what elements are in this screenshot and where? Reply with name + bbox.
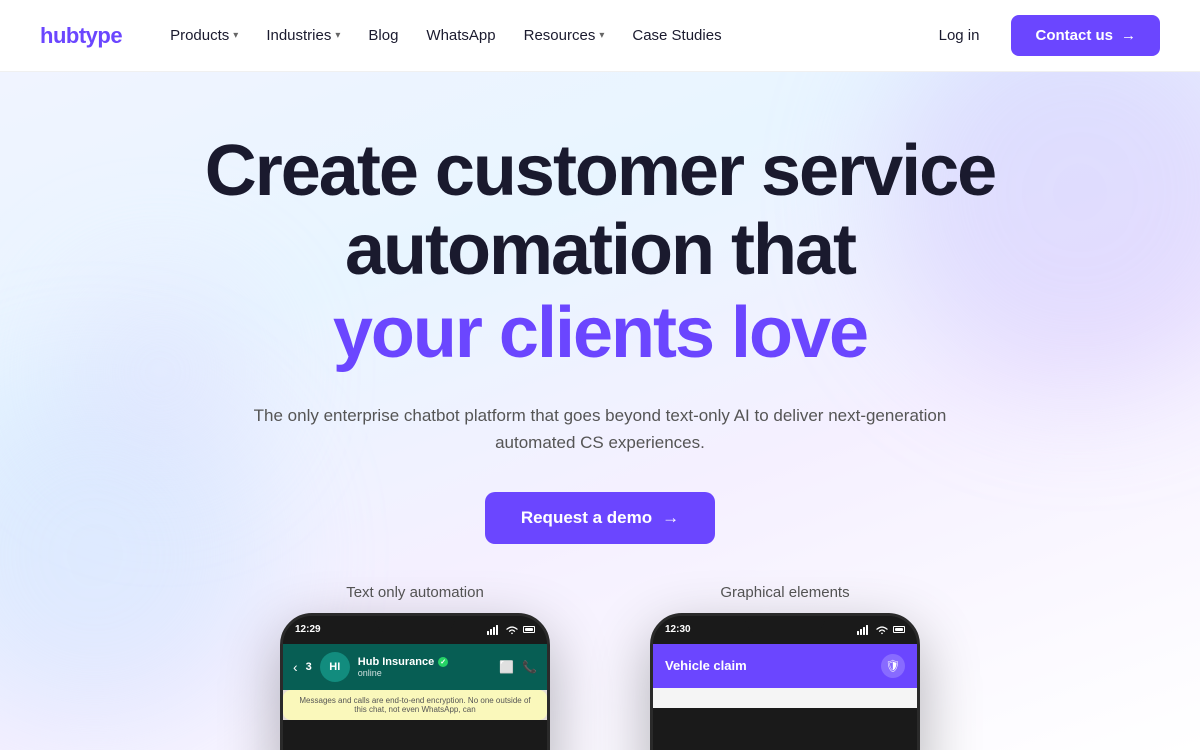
nav-products[interactable]: Products ▾ — [158, 19, 250, 52]
phone-right-time: 12:30 — [665, 624, 691, 635]
nav-whatsapp[interactable]: WhatsApp — [414, 19, 507, 52]
phone-chat-header: ‹ 3 HI Hub Insurance ✓ online ⬜ 📞 — [283, 644, 547, 690]
back-icon: ‹ — [293, 659, 298, 675]
purple-header-title: Vehicle claim — [665, 658, 747, 673]
logo-text-part2: type — [79, 23, 122, 48]
phone-left-statusbar: 12:29 — [283, 616, 547, 644]
phone-col-left: Text only automation 12:29 — [280, 584, 550, 750]
call-icon: 📞 — [522, 660, 537, 674]
hero-title-line1: Create customer service automation that — [205, 131, 995, 290]
verified-badge-icon: ✓ — [438, 657, 448, 667]
wifi-icon-right — [875, 625, 889, 635]
navbar: hubtype Products ▾ Industries ▾ Blog Wha… — [0, 0, 1200, 72]
contact-arrow-icon: → — [1121, 27, 1136, 44]
chat-header-name: Hub Insurance ✓ — [358, 656, 491, 668]
phone-left-label: Text only automation — [346, 584, 484, 601]
nav-industries[interactable]: Industries ▾ — [254, 19, 352, 52]
phone-left-notch — [375, 616, 455, 634]
demo-button[interactable]: Request a demo → — [485, 492, 715, 544]
hero-title-accent: your clients love — [205, 294, 995, 373]
battery-icon — [523, 626, 535, 633]
hero-section: Create customer service automation that … — [0, 72, 1200, 750]
back-count: 3 — [306, 661, 312, 673]
products-chevron-icon: ▾ — [233, 30, 238, 41]
nav-blog[interactable]: Blog — [356, 19, 410, 52]
phone-col-right: Graphical elements 12:30 — [650, 584, 920, 750]
chat-header-actions: ⬜ 📞 — [499, 660, 537, 674]
phone-right-icons — [857, 625, 905, 635]
logo-text-part1: hub — [40, 23, 79, 48]
nav-right: Log in Contact us → — [923, 15, 1160, 56]
contact-button[interactable]: Contact us → — [1011, 15, 1160, 56]
chat-avatar: HI — [320, 652, 350, 682]
video-call-icon: ⬜ — [499, 660, 514, 674]
phone-left: 12:29 — [280, 613, 550, 750]
purple-header: Vehicle claim 🛡 — [653, 644, 917, 688]
phone-right: 12:30 — [650, 613, 920, 750]
shield-icon: 🛡 — [881, 654, 905, 678]
signal-icon-right — [857, 625, 871, 635]
phone-right-notch — [745, 616, 825, 634]
nav-case-studies[interactable]: Case Studies — [620, 19, 733, 52]
hero-title: Create customer service automation that … — [205, 132, 995, 374]
hero-subtitle: The only enterprise chatbot platform tha… — [250, 402, 950, 456]
phone-right-label: Graphical elements — [720, 584, 849, 601]
phone-right-statusbar: 12:30 — [653, 616, 917, 644]
phone-left-icons — [487, 625, 535, 635]
nav-links: Products ▾ Industries ▾ Blog WhatsApp Re… — [158, 19, 734, 52]
chat-body: Messages and calls are end-to-end encryp… — [283, 690, 547, 720]
wifi-icon — [505, 625, 519, 635]
industries-chevron-icon: ▾ — [335, 30, 340, 41]
resources-chevron-icon: ▾ — [599, 30, 604, 41]
battery-icon-right — [893, 626, 905, 633]
nav-left: hubtype Products ▾ Industries ▾ Blog Wha… — [40, 19, 734, 52]
chat-header-info: Hub Insurance ✓ online — [358, 656, 491, 678]
phone-left-time: 12:29 — [295, 624, 321, 635]
hero-content: Create customer service automation that … — [205, 132, 995, 544]
purple-body — [653, 688, 917, 708]
chat-status: online — [358, 668, 491, 678]
encryption-notice: Messages and calls are end-to-end encryp… — [283, 690, 547, 720]
signal-icon — [487, 625, 501, 635]
phones-section: Text only automation 12:29 — [280, 584, 920, 750]
demo-arrow-icon: → — [662, 508, 679, 528]
login-button[interactable]: Log in — [923, 19, 996, 52]
nav-resources[interactable]: Resources ▾ — [512, 19, 617, 52]
logo[interactable]: hubtype — [40, 23, 122, 49]
